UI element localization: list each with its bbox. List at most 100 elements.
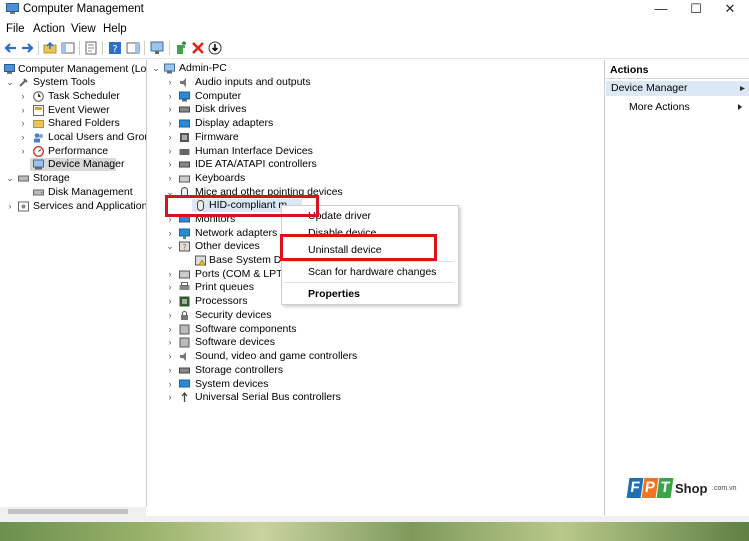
storage-controller-icon [179,367,190,374]
close-button[interactable]: ✕ [708,0,749,20]
expand-chevron-icon[interactable]: › [166,350,174,363]
show-action-pane-icon[interactable] [126,41,140,55]
category-label: Print queues [195,281,254,293]
update-driver-icon[interactable] [174,41,188,55]
category-row[interactable]: › Universal Serial Bus controllers [148,391,448,404]
keyboard-icon [179,175,190,183]
tree-item-local-users[interactable]: › Local Users and Groups [0,131,147,144]
scrollbar-thumb[interactable] [8,509,128,514]
collapse-arrow-icon[interactable] [739,85,746,92]
expand-chevron-icon[interactable]: › [166,391,174,404]
tree-item-device-manager[interactable]: Device Manager [30,158,124,171]
tree-item-root[interactable]: Computer Management (Local [0,63,146,76]
more-actions-item[interactable]: More Actions [629,101,690,113]
tree-item-disk-management[interactable]: Disk Management [0,186,146,199]
category-row[interactable]: › Software components [148,323,448,336]
expand-chevron-icon[interactable]: › [166,336,174,349]
tree-item-performance[interactable]: › Performance [0,145,146,158]
folder-up-icon[interactable] [43,41,57,55]
expand-chevron-icon[interactable]: › [166,103,174,116]
category-row[interactable]: › Sound, video and game controllers [148,350,448,363]
forward-arrow-icon[interactable] [20,41,34,55]
expand-chevron-icon[interactable]: ⌄ [152,62,160,75]
expand-chevron-icon[interactable]: › [19,104,27,117]
menu-item-scan-hardware[interactable]: Scan for hardware changes [308,266,436,278]
tree-label: Computer Management (Local [18,63,147,75]
category-label: Universal Serial Bus controllers [195,391,341,403]
menu-action[interactable]: Action [33,23,65,35]
menu-help[interactable]: Help [103,23,127,35]
expand-chevron-icon[interactable]: ⌄ [6,76,14,89]
toolbar-separator [38,41,39,55]
category-row[interactable]: › Keyboards [148,172,448,185]
show-hide-tree-icon[interactable] [61,41,75,55]
category-label: System devices [195,378,269,390]
category-row[interactable]: › Audio inputs and outputs [148,76,448,89]
category-row[interactable]: › Computer [148,90,448,103]
tree-item-event-viewer[interactable]: › Event Viewer [0,104,146,117]
usb-icon [181,392,188,402]
logo-shop-text: Shop [675,481,708,496]
back-arrow-icon[interactable] [4,41,18,55]
help-icon[interactable]: ? [108,41,122,55]
device-root-label: Admin-PC [179,62,227,74]
expand-chevron-icon[interactable]: › [166,117,174,130]
title-bar: Computer Management — ☐ ✕ [0,0,749,20]
expand-chevron-icon[interactable]: ⌄ [6,172,14,185]
expand-chevron-icon[interactable]: › [166,227,174,240]
expand-chevron-icon[interactable]: › [19,145,27,158]
category-row[interactable]: › Firmware [148,131,448,144]
menu-view[interactable]: View [71,23,96,35]
expand-chevron-icon[interactable]: › [166,323,174,336]
expand-chevron-icon[interactable]: › [166,281,174,294]
toolbar-separator [144,41,145,55]
expand-chevron-icon[interactable]: › [166,364,174,377]
device-root[interactable]: ⌄ Admin-PC [148,62,448,75]
expand-chevron-icon[interactable]: › [166,131,174,144]
submenu-arrow-icon[interactable] [737,103,743,111]
category-row[interactable]: › Disk drives [148,103,448,116]
expand-chevron-icon[interactable]: › [19,131,27,144]
expand-chevron-icon[interactable]: › [166,309,174,322]
category-label: Security devices [195,309,272,321]
menu-file[interactable]: File [6,23,25,35]
category-row[interactable]: › IDE ATA/ATAPI controllers [148,158,448,171]
uninstall-x-icon[interactable] [191,41,205,55]
expand-chevron-icon[interactable]: › [19,90,27,103]
logo-domain-text: .com.vn [712,485,737,492]
expand-chevron-icon[interactable]: › [166,76,174,89]
hid-icon [179,149,190,155]
disk-icon [33,189,44,196]
menu-item-properties[interactable]: Properties [308,288,360,300]
category-row[interactable]: › Software devices [148,336,448,349]
download-circle-icon[interactable] [208,41,222,55]
category-row[interactable]: › System devices [148,378,448,391]
category-row[interactable]: › Security devices [148,309,448,322]
expand-chevron-icon[interactable]: › [166,172,174,185]
category-row[interactable]: › Storage controllers [148,364,448,377]
expand-chevron-icon[interactable]: › [166,145,174,158]
expand-chevron-icon[interactable]: › [166,295,174,308]
monitor-icon [179,91,190,102]
expand-chevron-icon[interactable]: › [6,200,14,213]
expand-chevron-icon[interactable]: ⌄ [166,240,174,253]
category-row[interactable]: › Display adapters [148,117,448,130]
tree-item-storage[interactable]: ⌄ Storage [0,172,146,185]
tree-item-services[interactable]: › Services and Applications [0,200,147,213]
monitor-icon[interactable] [150,41,164,55]
expand-chevron-icon[interactable]: › [166,378,174,391]
category-row[interactable]: › Human Interface Devices [148,145,448,158]
horizontal-scrollbar[interactable] [0,507,146,516]
expand-chevron-icon[interactable]: › [19,117,27,130]
expand-chevron-icon[interactable]: › [166,90,174,103]
toolbar-separator [79,41,80,55]
tree-item-task-scheduler[interactable]: › Task Scheduler [0,90,146,103]
tree-item-system-tools[interactable]: ⌄ System Tools [0,76,146,89]
expand-chevron-icon[interactable]: › [166,268,174,281]
more-actions-label: More Actions [629,101,690,113]
tree-label: Shared Folders [48,117,120,129]
properties-icon[interactable] [84,41,98,55]
tree-item-shared-folders[interactable]: › Shared Folders [0,117,146,130]
actions-section-device-manager[interactable]: Device Manager [606,81,749,96]
expand-chevron-icon[interactable]: › [166,158,174,171]
